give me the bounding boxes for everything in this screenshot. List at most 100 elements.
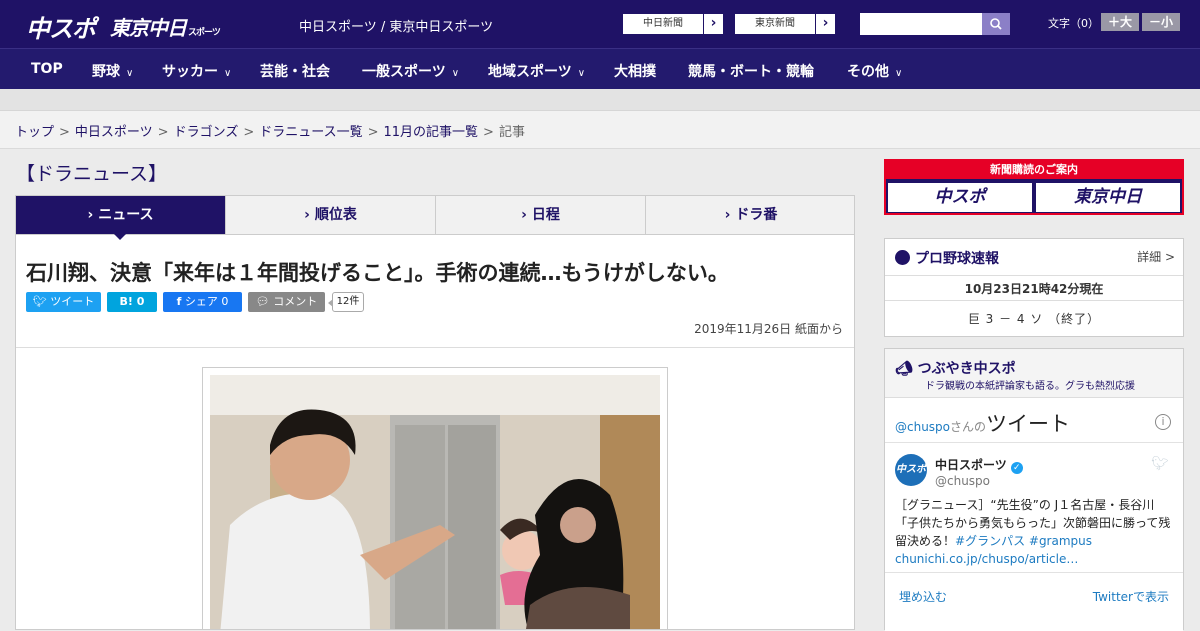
search-input[interactable] [860, 13, 982, 35]
nav-item-entertainment[interactable]: 芸能・社会 [260, 61, 330, 81]
twitter-bird-icon: 🐦︎ [32, 295, 47, 308]
site-header: 中スポ 東京中日 スポーツ 中日スポーツ / 東京中日スポーツ 中日新聞 › 東京… [0, 0, 1200, 48]
megaphone-icon: 📣︎ [895, 361, 913, 377]
comment-label: コメント [273, 295, 318, 308]
tokyo-chunichi-logo[interactable]: 東京中日 スポーツ [110, 12, 221, 41]
nav-label: 野球 [92, 64, 120, 80]
nav-item-sumo[interactable]: 大相撲 [614, 61, 656, 81]
nav-label: 地域スポーツ [488, 64, 572, 80]
tweet-hashtags[interactable]: #グランパス #grampus [955, 534, 1092, 548]
nav-item-racing[interactable]: 競馬・ボート・競輪 [688, 61, 814, 81]
chuspo-logo[interactable]: 中スポ [26, 9, 96, 44]
article-date: 2019年11月26日 紙面から [694, 322, 843, 336]
comment-count[interactable]: 12件 [328, 292, 364, 312]
facebook-icon: f [176, 295, 182, 308]
pro-baseball-box: プロ野球速報 詳細 > 10月23日21時42分現在 巨 3 － 4 ソ （終了… [884, 238, 1184, 337]
hatena-bookmark-button[interactable]: B! 0 [107, 292, 157, 312]
divider [885, 300, 1183, 301]
widget-header: @chuspoさんのツイート [895, 408, 1070, 438]
account-handle[interactable]: @chuspo [935, 474, 990, 488]
breadcrumb: トップ > 中日スポーツ > ドラゴンズ > ドラニュース一覧 >11月の記事一覧 > 記事 [15, 121, 525, 140]
pro-baseball-score[interactable]: 巨 3 － 4 ソ （終了） [885, 310, 1183, 327]
breadcrumb-current: 記事 [498, 125, 525, 140]
tweet-box: 📣︎ つぶやき中スポ ドラ観戦の本紙評論家も語る。グラも熱烈応援 @chuspo… [884, 348, 1184, 631]
twitter-bird-icon[interactable]: 🐦︎ [1151, 456, 1169, 472]
tab-label: ドラ番 [735, 207, 778, 223]
breadcrumb-chuspo[interactable]: 中日スポーツ [75, 125, 153, 140]
chevron-right-icon: › [703, 14, 723, 34]
breadcrumb-top[interactable]: トップ [15, 125, 54, 140]
search-button[interactable] [982, 13, 1010, 35]
divider [885, 275, 1183, 276]
widget-handle-link[interactable]: @chuspo [895, 420, 950, 434]
chunichi-shimbun-button[interactable]: 中日新聞 › [622, 13, 724, 35]
chevron-down-icon: ∨ [895, 68, 903, 79]
tab-standings[interactable]: › 順位表 [226, 196, 436, 234]
breadcrumb-dora-news[interactable]: ドラニュース一覧 [259, 125, 362, 140]
breadcrumb-separator: > [367, 125, 379, 140]
article-photo[interactable] [202, 367, 668, 630]
tab-label: ニュース [98, 207, 154, 223]
nav-label: 競馬・ボート・競輪 [688, 64, 814, 80]
nav-item-top[interactable]: TOP [31, 61, 63, 77]
tokyo-chunichi-logo-text: 東京中日 [110, 16, 187, 40]
speech-bubble-icon: 💬︎ [255, 295, 270, 308]
tweet-box-subtitle: ドラ観戦の本紙評論家も語る。グラも熱烈応援 [925, 381, 1135, 392]
tokyo-shimbun-label: 東京新聞 [755, 18, 795, 29]
chevron-right-icon: › [521, 207, 527, 223]
tab-label: 日程 [531, 207, 560, 223]
tweet-box-title: 📣︎ つぶやき中スポ [895, 358, 1016, 378]
comment-button[interactable]: 💬︎ コメント [248, 292, 325, 312]
breadcrumb-separator: > [483, 125, 494, 140]
active-tab-pointer [113, 233, 127, 240]
tweet-link[interactable]: chunichi.co.jp/chuspo/article… [895, 552, 1078, 566]
nav-label: 芸能・社会 [260, 64, 330, 80]
nav-item-regional-sports[interactable]: 地域スポーツ ∨ [488, 61, 585, 81]
nav-label: その他 [847, 64, 889, 80]
site-links[interactable]: 中日スポーツ / 東京中日スポーツ [299, 16, 493, 35]
avatar[interactable]: 中スポ [895, 454, 927, 486]
pro-baseball-title: プロ野球速報 [895, 248, 999, 268]
twitter-widget: @chuspoさんのツイート i 中スポ 中日スポーツ ✓ @chuspo 🐦︎ … [885, 397, 1183, 631]
breadcrumb-separator: > [157, 125, 169, 140]
tokyo-shimbun-button[interactable]: 東京新聞 › [734, 13, 836, 35]
chevron-down-icon: ∨ [451, 68, 460, 79]
subscribe-tokyo-chunichi-button[interactable]: 東京中日 [1036, 183, 1180, 212]
nav-label: 一般スポーツ [362, 64, 446, 80]
nav-item-baseball[interactable]: 野球 ∨ [92, 61, 133, 81]
font-bigger-button[interactable]: ＋大 [1101, 13, 1139, 31]
breadcrumb-november[interactable]: 11月の記事一覧 [384, 125, 479, 140]
pro-baseball-detail-link[interactable]: 詳細 > [1137, 248, 1175, 265]
widget-handle-suffix: さんの [950, 420, 987, 434]
header-strip [0, 89, 1200, 111]
pro-baseball-title-text: プロ野球速報 [915, 251, 999, 267]
chevron-down-icon: ∨ [577, 68, 586, 79]
view-on-twitter-link[interactable]: Twitterで表示 [1093, 588, 1169, 605]
font-smaller-button[interactable]: －小 [1142, 13, 1180, 31]
nav-item-soccer[interactable]: サッカー ∨ [162, 61, 231, 81]
pro-baseball-updated: 10月23日21時42分現在 [964, 282, 1104, 296]
nav-label: 大相撲 [614, 64, 656, 80]
breadcrumb-separator: > [243, 125, 255, 140]
nav-item-general-sports[interactable]: 一般スポーツ ∨ [362, 61, 459, 81]
tab-schedule[interactable]: › 日程 [436, 196, 646, 234]
tweet-text: ［グラニュース］“先生役”の J１名古屋・長谷川「子供たちから勇気もらった」次節… [895, 496, 1175, 568]
breadcrumb-dragons[interactable]: ドラゴンズ [174, 125, 239, 140]
tab-news[interactable]: › ニュース [16, 196, 226, 234]
embed-link[interactable]: 埋め込む [899, 588, 947, 605]
subscription-banner[interactable]: 新聞購読のご案内 中スポ 東京中日 [884, 159, 1184, 215]
nav-item-other[interactable]: その他 ∨ [847, 61, 902, 81]
info-icon[interactable]: i [1155, 414, 1171, 430]
chunichi-shimbun-label: 中日新聞 [643, 18, 683, 29]
account-name[interactable]: 中日スポーツ ✓ [935, 456, 1023, 474]
divider [885, 442, 1183, 443]
facebook-share-button[interactable]: f シェア 0 [163, 292, 242, 312]
subscribe-chuspo-button[interactable]: 中スポ [888, 183, 1032, 212]
main-nav: TOP 野球 ∨ サッカー ∨ 芸能・社会 一般スポーツ ∨ 地域スポーツ ∨ 大相撲 … [0, 48, 1200, 89]
tab-dora-ban[interactable]: › ドラ番 [646, 196, 856, 234]
nav-label: TOP [31, 61, 63, 77]
tweet-button[interactable]: 🐦︎ ツイート [26, 292, 101, 312]
article-title: 石川翔、決意「来年は１年間投げること」。手術の連続…もうけがしない。 [26, 261, 729, 285]
chevron-down-icon: ∨ [126, 68, 134, 79]
divider [16, 347, 854, 348]
